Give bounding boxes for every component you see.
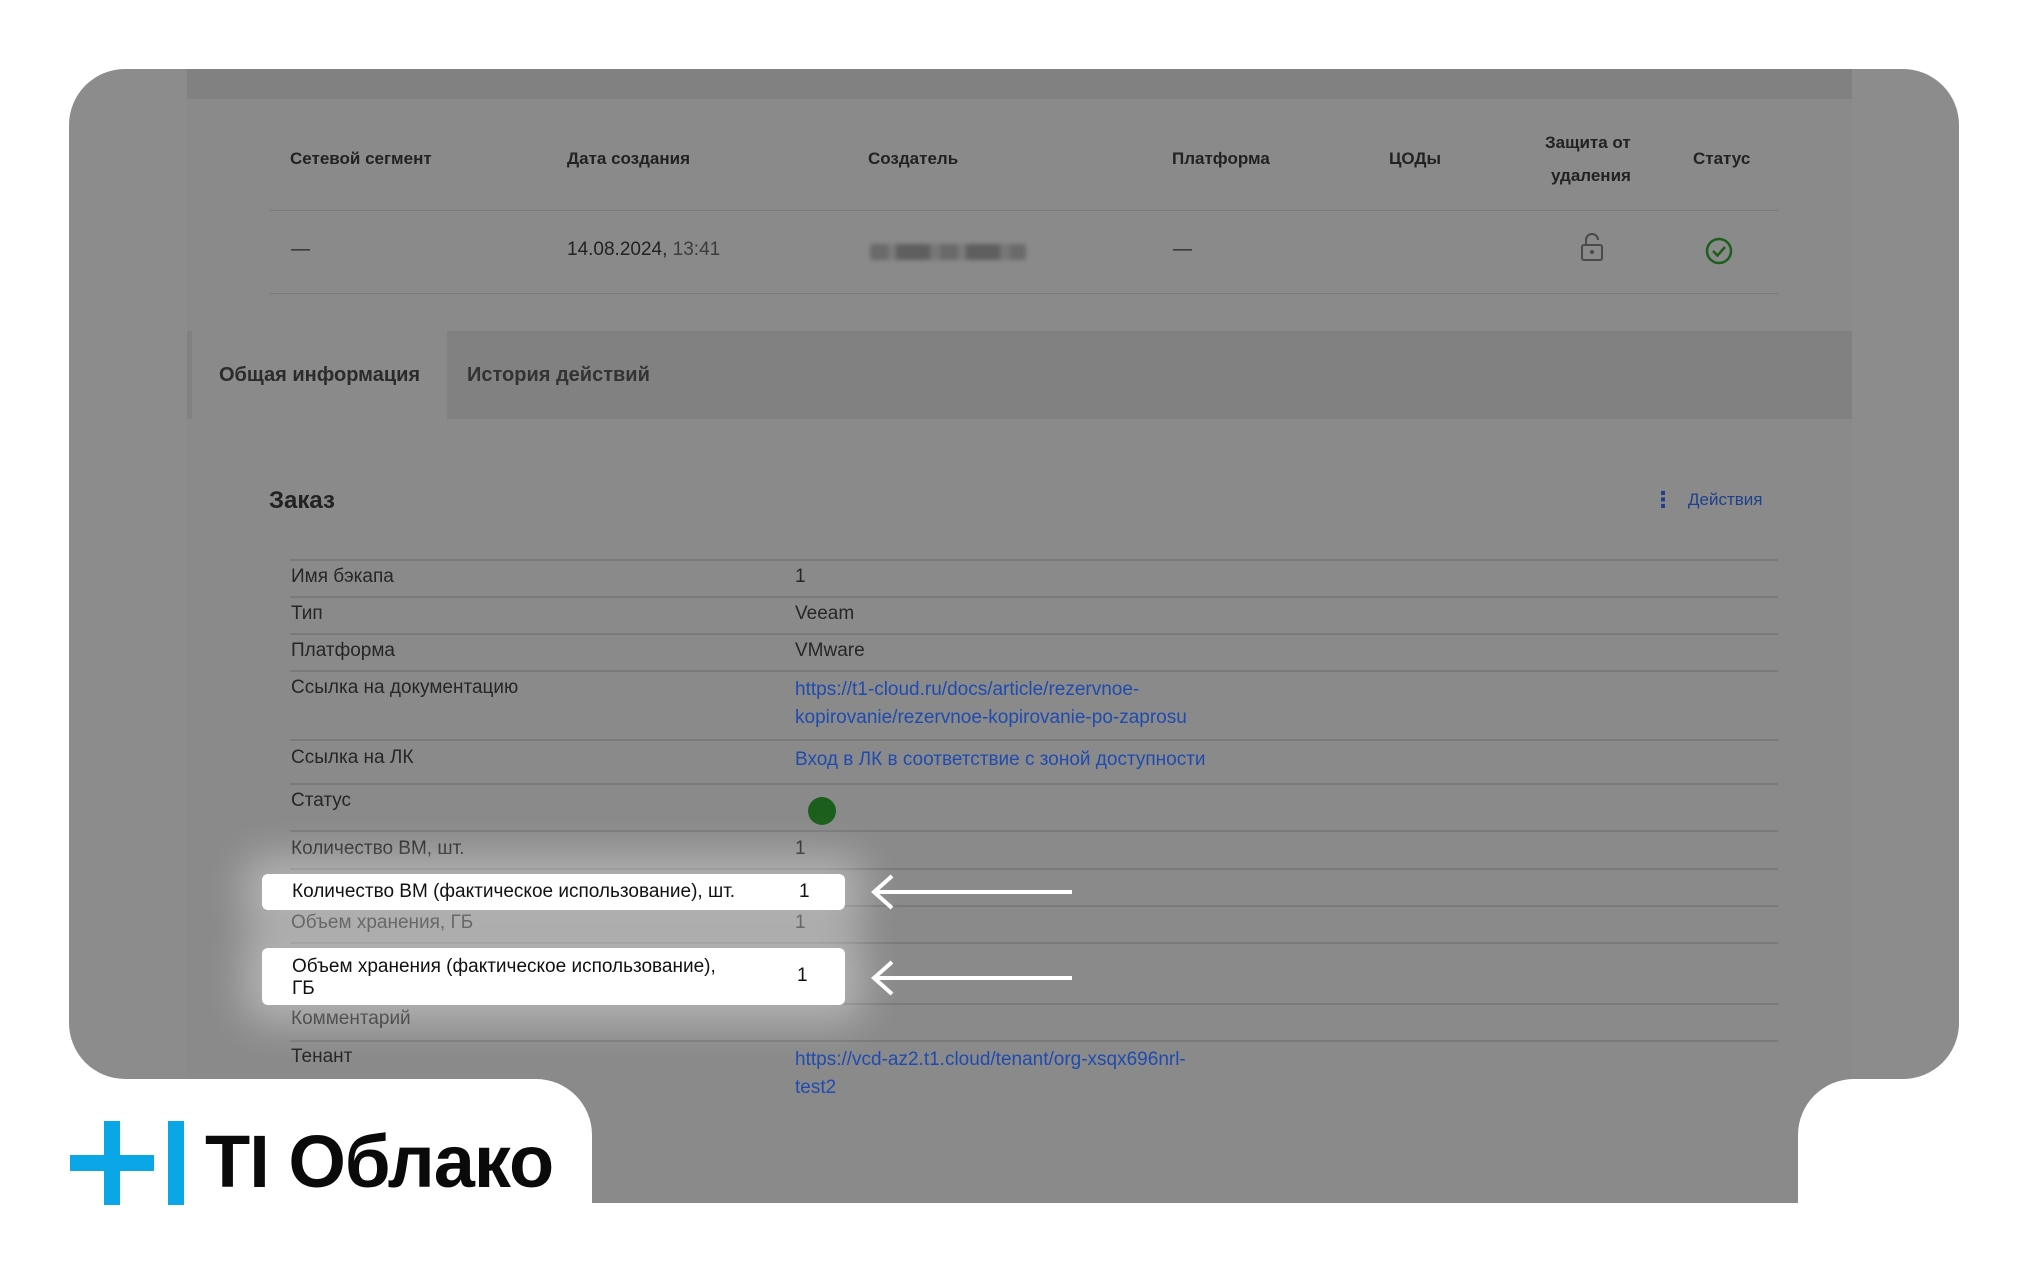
lk-link[interactable]: Вход в ЛК в соответствие с зоной доступн… [795, 746, 1206, 774]
row-label-vm-count: Количество ВМ, шт. [291, 838, 465, 859]
left-arrow-icon [870, 960, 1072, 996]
highlight-storage-actual: Объем хранения (фактическое использовани… [262, 948, 845, 1005]
row-label-vm-actual: Количество ВМ (фактическое использование… [292, 881, 736, 902]
highlight-vm-actual: Количество ВМ (фактическое использование… [262, 874, 845, 910]
header-created: Дата создания [567, 149, 691, 168]
storage-actual-line1: Объем хранения (фактическое использовани… [292, 956, 716, 977]
divider [270, 293, 1778, 294]
row-value-vm-actual: 1 [799, 881, 810, 902]
row-divider [290, 739, 1778, 741]
header-dc: ЦОДы [1389, 149, 1442, 168]
actions-menu[interactable]: ⋮ Действия [1652, 487, 1762, 513]
row-value-backup-name: 1 [795, 566, 806, 587]
tenant-link-line1: https://vcd-az2.t1.cloud/tenant/org-xsqx… [795, 1049, 1186, 1070]
header-platform: Платформа [1172, 149, 1270, 168]
row-divider [290, 868, 1778, 870]
page-top-band [187, 69, 1852, 99]
header-protection-line1: Защита от [1545, 133, 1631, 152]
tenant-link-line2: test2 [795, 1077, 837, 1098]
created-value: 14.08.2024, 13:41 [567, 239, 720, 261]
row-label-lk-link: Ссылка на ЛК [291, 747, 414, 768]
row-value-type: Veeam [795, 603, 855, 624]
left-arrow-icon [870, 874, 1072, 910]
dimmed-page: Сетевой сегмент Дата создания Создатель … [187, 69, 1852, 1203]
brand-name: TI Облако [205, 1120, 554, 1203]
order-title: Заказ [269, 487, 335, 514]
created-date: 14.08.2024, [567, 239, 668, 260]
header-protection-line2: удаления [1551, 166, 1631, 185]
row-label-storage: Объем хранения, ГБ [291, 912, 474, 933]
segment-value: — [291, 239, 310, 260]
platform-value: — [1173, 239, 1192, 260]
row-value-platform: VMware [795, 640, 865, 661]
actions-label: Действия [1688, 490, 1763, 509]
storage-actual-line2: ГБ [292, 978, 315, 999]
docs-link-line1: https://t1-cloud.ru/docs/article/rezervn… [795, 679, 1140, 700]
header-status: Статус [1693, 149, 1751, 168]
row-divider [290, 942, 1778, 944]
row-label-status: Статус [291, 790, 352, 811]
row-divider [290, 1040, 1778, 1042]
divider [270, 210, 1778, 211]
created-time: 13:41 [672, 239, 721, 260]
row-divider [290, 783, 1778, 785]
header-segment: Сетевой сегмент [290, 149, 432, 168]
tenant-link[interactable]: https://vcd-az2.t1.cloud/tenant/org-xsqx… [795, 1046, 1186, 1102]
row-value-storage: 1 [795, 912, 806, 933]
status-dot [808, 797, 836, 825]
unlock-icon[interactable] [1579, 232, 1605, 262]
row-value-vm-count: 1 [795, 838, 806, 859]
screenshot-stage: Сетевой сегмент Дата создания Создатель … [0, 0, 2028, 1268]
white-corner [1798, 1079, 2028, 1268]
row-label-tenant: Тенант [291, 1046, 353, 1067]
creator-redacted [870, 244, 1026, 260]
row-divider [290, 596, 1778, 598]
t1-logo-icon [70, 1121, 184, 1205]
row-label-backup-name: Имя бэкапа [291, 566, 394, 587]
check-circle-icon [1705, 237, 1733, 265]
row-label-type: Тип [291, 603, 323, 624]
row-divider [290, 633, 1778, 635]
row-label-comment: Комментарий [291, 1008, 411, 1029]
row-value-storage-actual: 1 [797, 965, 808, 986]
row-label-docs-link: Ссылка на документацию [291, 677, 519, 698]
header-creator: Создатель [868, 149, 959, 168]
row-divider [290, 830, 1778, 832]
row-divider [290, 559, 1778, 561]
docs-link-line2: kopirovanie/rezervnoe-kopirovanie-po-zap… [795, 707, 1187, 728]
row-divider [290, 670, 1778, 672]
vertical-dots-icon: ⋮ [1652, 487, 1674, 512]
row-label-storage-actual: Объем хранения (фактическое использовани… [292, 956, 716, 1000]
tab-general-info[interactable]: Общая информация [192, 331, 448, 419]
tab-action-history[interactable]: История действий [440, 331, 677, 419]
docs-link[interactable]: https://t1-cloud.ru/docs/article/rezervn… [795, 676, 1187, 732]
row-label-platform: Платформа [291, 640, 395, 661]
